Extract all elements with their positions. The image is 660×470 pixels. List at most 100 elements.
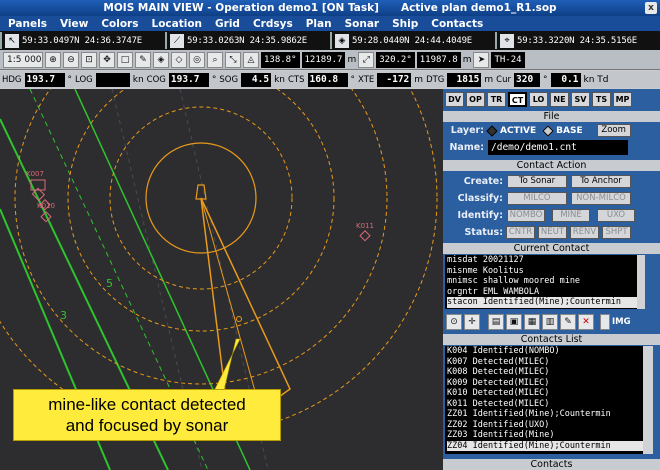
menu-panels[interactable]: Panels bbox=[8, 18, 47, 30]
layer-active-radio[interactable] bbox=[486, 124, 498, 137]
contact-row[interactable]: K004 Identified(NOMBO) bbox=[447, 346, 643, 357]
zoom-button[interactable]: Zoom bbox=[596, 124, 631, 137]
menu-colors[interactable]: Colors bbox=[101, 18, 138, 30]
pen-icon[interactable]: ✎ bbox=[135, 51, 151, 68]
menu-grid[interactable]: Grid bbox=[215, 18, 240, 30]
ship-icon[interactable] bbox=[195, 184, 207, 200]
status-cntr-button[interactable]: CNTR bbox=[506, 226, 535, 239]
mine-button[interactable]: MINE bbox=[552, 209, 590, 222]
status-neut-button[interactable]: NEUT bbox=[538, 226, 567, 239]
ship-icon[interactable]: ➤ bbox=[473, 51, 490, 68]
tab-sv[interactable]: SV bbox=[571, 92, 590, 107]
bearing-icon[interactable]: ◬ bbox=[243, 51, 259, 68]
identify-row: Identify: NOMBO MINE UXO bbox=[445, 209, 635, 222]
move-icon[interactable]: ✛ bbox=[464, 314, 480, 330]
contacts-list-scrollbar[interactable] bbox=[643, 346, 653, 454]
target-icon[interactable]: ◈ bbox=[335, 33, 349, 48]
status-shpt-button[interactable]: SHPT bbox=[602, 226, 631, 239]
contacts-list[interactable]: K004 Identified(NOMBO) K007 Detected(MIL… bbox=[445, 346, 643, 454]
current-contact-line-selected[interactable]: stacon Identified(Mine);Countermin bbox=[447, 297, 637, 308]
contact-tools: ⊙ ✛ ▤ ▣ ▦ ▥ ✎ ✕ IMG bbox=[446, 314, 631, 330]
menu-ship[interactable]: Ship bbox=[392, 18, 418, 30]
contact-row[interactable]: K011 Detected(MILEC) bbox=[447, 399, 643, 410]
contact-row[interactable]: ZZ01 Identified(Mine);Countermin bbox=[447, 409, 643, 420]
cts-label: CTS bbox=[288, 74, 305, 85]
range-1-unit: m bbox=[347, 54, 357, 65]
menu-crdsys[interactable]: Crdsys bbox=[253, 18, 293, 30]
contact-row[interactable]: K010 Detected(MILEC) bbox=[447, 388, 643, 399]
copy-icon[interactable]: ▥ bbox=[542, 314, 558, 330]
ruler-icon[interactable]: ⟋ bbox=[170, 33, 184, 48]
zoom-box-icon[interactable]: ⊡ bbox=[81, 51, 97, 68]
current-contact-box[interactable]: misdat 20021127 misnme Koolitus mnimsc s… bbox=[445, 255, 637, 309]
find-icon[interactable]: ⌕ bbox=[207, 51, 223, 68]
zoom-out-icon[interactable]: ⊖ bbox=[63, 51, 79, 68]
locate-icon[interactable]: ⊙ bbox=[446, 314, 462, 330]
save-icon[interactable]: ▣ bbox=[506, 314, 522, 330]
target-position: ◈ 59:28.0440N 24:44.4049E bbox=[330, 32, 495, 49]
contact-row[interactable]: K008 Detected(MILEC) bbox=[447, 367, 643, 378]
status-renv-button[interactable]: RENV bbox=[570, 226, 599, 239]
status-label: Status: bbox=[464, 227, 503, 238]
pencil-icon[interactable]: ✎ bbox=[560, 314, 576, 330]
nombo-button[interactable]: NOMBO bbox=[507, 209, 545, 222]
xte-value: -172 bbox=[377, 72, 412, 87]
cts-value: 160.8 bbox=[307, 72, 348, 87]
scale-select[interactable]: 1:5 000 bbox=[3, 51, 43, 68]
to-sonar-button[interactable]: To Sonar bbox=[507, 175, 567, 188]
zoom-in-icon[interactable]: ⊕ bbox=[45, 51, 61, 68]
cog-unit: ° bbox=[211, 74, 217, 85]
contact-row[interactable]: ZZ03 Identified(Mine) bbox=[447, 430, 643, 441]
route-icon[interactable]: ⤢ bbox=[358, 51, 375, 68]
track-icon[interactable]: ⤡ bbox=[225, 51, 241, 68]
close-icon[interactable]: x bbox=[645, 2, 657, 14]
tab-ts[interactable]: TS bbox=[592, 92, 611, 107]
menu-location[interactable]: Location bbox=[152, 18, 203, 30]
non-milco-button[interactable]: NON-MILCO bbox=[571, 192, 631, 205]
tab-lo[interactable]: LO bbox=[529, 92, 548, 107]
menu-plan[interactable]: Plan bbox=[306, 18, 332, 30]
contact-row-selected[interactable]: ZZ04 Identified(Mine);Countermin bbox=[447, 440, 643, 451]
tab-ne[interactable]: NE bbox=[550, 92, 569, 107]
tab-mp[interactable]: MP bbox=[613, 92, 632, 107]
uxo-button[interactable]: UXO bbox=[597, 209, 635, 222]
title-bar: MOIS MAIN VIEW - Operation demo1 [ON Tas… bbox=[0, 0, 660, 16]
menu-view[interactable]: View bbox=[60, 18, 88, 30]
measure-position: ⟋ 59:33.0263N 24:35.9862E bbox=[165, 32, 330, 49]
measure-icon[interactable]: ◈ bbox=[153, 51, 169, 68]
img-checkbox[interactable] bbox=[600, 314, 610, 330]
contact-row[interactable]: K009 Detected(MILEC) bbox=[447, 378, 643, 389]
contacts-panel: DV OP TR CT LO NE SV TS MP File Layer: A… bbox=[443, 89, 660, 470]
focused-contact-marker[interactable] bbox=[236, 316, 242, 322]
edit-icon[interactable]: ▦ bbox=[524, 314, 540, 330]
waypoint-icon[interactable]: ⌖ bbox=[500, 33, 514, 48]
layer-active-label: ACTIVE bbox=[500, 125, 537, 136]
toolbar: 1:5 000 ⊕ ⊖ ⊡ ✥ □ ✎ ◈ ◇ ◎ ⌕ ⤡ ◬ 138.8° 1… bbox=[0, 50, 660, 70]
tab-tr[interactable]: TR bbox=[487, 92, 506, 107]
document-icon[interactable]: ▤ bbox=[488, 314, 504, 330]
layer-icon[interactable]: ◇ bbox=[171, 51, 187, 68]
callout-line-1: mine-like contact detected bbox=[48, 395, 246, 414]
cursor-icon[interactable]: ↖ bbox=[5, 33, 19, 48]
cog-value: 193.7 bbox=[168, 72, 209, 87]
tab-op[interactable]: OP bbox=[466, 92, 485, 107]
contacts-list-header: Contacts List bbox=[443, 334, 660, 345]
menu-sonar[interactable]: Sonar bbox=[345, 18, 380, 30]
milco-button[interactable]: MILCO bbox=[507, 192, 567, 205]
contact-row[interactable]: K007 Detected(MILEC) bbox=[447, 357, 643, 368]
contact-marker-k011[interactable] bbox=[359, 230, 371, 242]
menu-contacts[interactable]: Contacts bbox=[431, 18, 483, 30]
tab-dv[interactable]: DV bbox=[445, 92, 464, 107]
delete-icon[interactable]: ✕ bbox=[578, 314, 594, 330]
window-title: MOIS MAIN VIEW - Operation demo1 [ON Tas… bbox=[103, 2, 379, 14]
name-label: Name: bbox=[449, 142, 484, 153]
select-box-icon[interactable]: □ bbox=[117, 51, 133, 68]
pan-icon[interactable]: ✥ bbox=[99, 51, 115, 68]
to-anchor-button[interactable]: To Anchor bbox=[571, 175, 631, 188]
tab-ct[interactable]: CT bbox=[508, 92, 527, 107]
layer-base-radio[interactable] bbox=[542, 124, 554, 137]
contact-row[interactable]: ZZ02 Identified(UXO) bbox=[447, 420, 643, 431]
current-contact-scrollbar[interactable] bbox=[637, 255, 645, 309]
file-name-field[interactable]: /demo/demo1.cnt bbox=[488, 140, 628, 155]
sonar-icon[interactable]: ◎ bbox=[189, 51, 205, 68]
